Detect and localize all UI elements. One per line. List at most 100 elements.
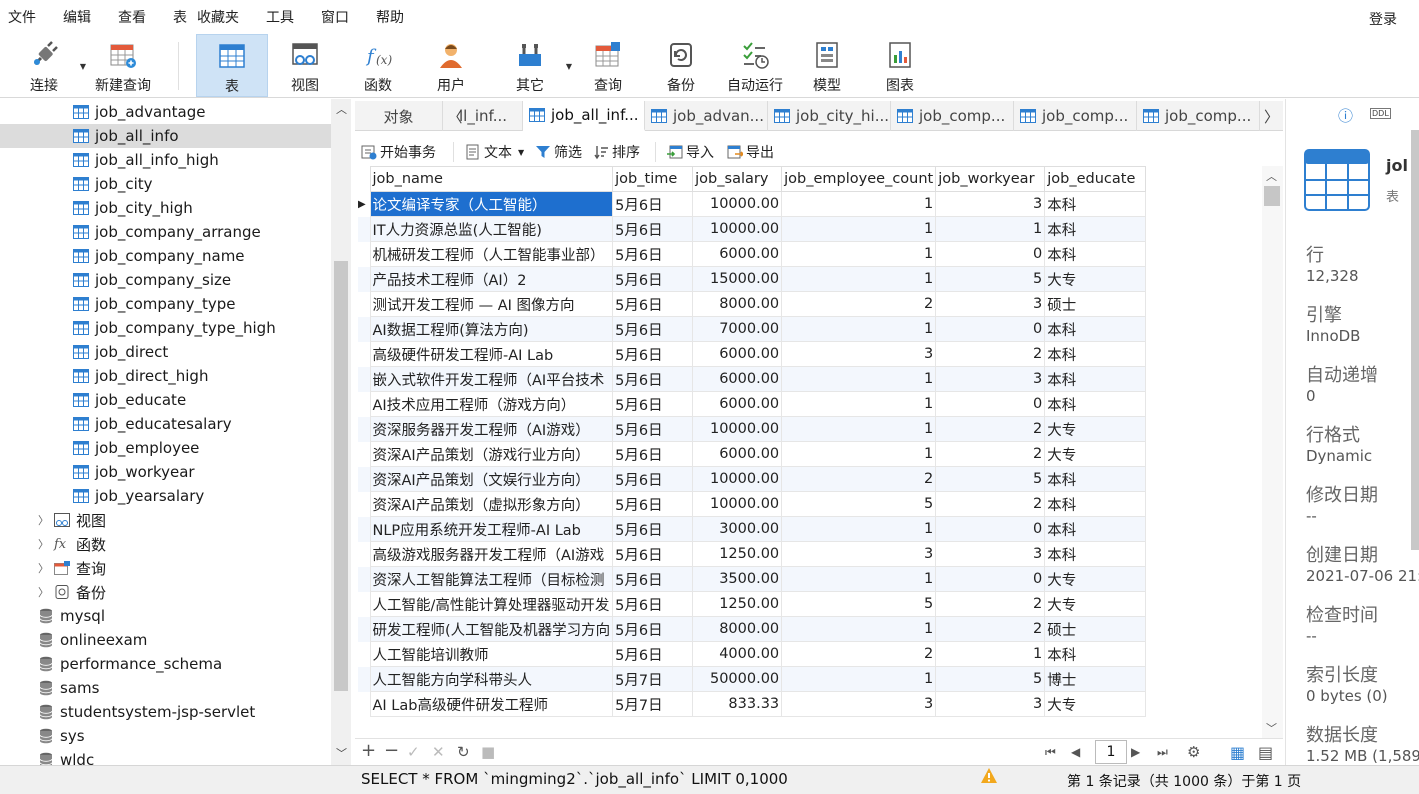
tree-item-job-company-type-high[interactable]: job_company_type_high [0,316,331,340]
row-indicator[interactable] [358,491,370,517]
warning-icon[interactable] [980,767,998,785]
table-cell[interactable]: NLP应用系统开发工程师-AI Lab [369,516,614,542]
scrollbar-thumb[interactable] [1264,186,1280,206]
table-cell[interactable]: 5月6日 [612,416,694,442]
table-cell[interactable]: 5月6日 [612,516,694,542]
table-cell[interactable]: 论文编译专家（人工智能） [369,191,614,217]
table-cell[interactable]: 5月6日 [612,216,694,242]
table-cell[interactable]: 50000.00 [692,666,783,692]
table-cell[interactable]: 5月6日 [612,291,694,317]
tree-item-job-city[interactable]: job_city [0,172,331,196]
table-cell[interactable]: 833.33 [692,691,783,717]
row-indicator[interactable] [358,341,370,367]
tab-item[interactable]: job_advan... [645,101,768,131]
user-button[interactable]: 用户 [415,34,487,97]
row-indicator[interactable]: ▶ [358,191,370,217]
table-cell[interactable]: 6000.00 [692,341,783,367]
table-cell[interactable]: 5月7日 [612,691,694,717]
table-cell[interactable]: AI数据工程师(算法方向) [369,316,614,342]
tree-item-job-city-high[interactable]: job_city_high [0,196,331,220]
filter-button[interactable]: 筛选 [535,142,582,162]
table-cell[interactable]: 2 [935,591,1046,617]
model-button[interactable]: 模型 [791,34,863,97]
table-cell[interactable]: 0 [935,516,1046,542]
chevron-right-icon[interactable]: 〉 [38,584,54,600]
row-indicator[interactable] [358,616,370,642]
table-cell[interactable]: 5月6日 [612,591,694,617]
text-button[interactable]: 文本 ▼ [465,142,524,162]
delete-record-icon[interactable]: − [384,740,399,761]
table-cell[interactable]: 5月6日 [612,616,694,642]
tab-item[interactable]: ll_inf... [459,101,523,131]
table-cell[interactable]: 人工智能/高性能计算处理器驱动开发 [369,591,614,617]
table-cell[interactable]: AI技术应用工程师（游戏方向） [369,391,614,417]
tab-item[interactable]: job_comp... [1137,101,1260,131]
view-button[interactable]: 视图 [269,34,341,97]
table-button[interactable]: 表 [196,34,268,97]
tree-db-mysql[interactable]: mysql [0,604,331,628]
table-cell[interactable]: 5月6日 [612,241,694,267]
table-cell[interactable]: 资深AI产品策划（游戏行业方向） [369,441,614,467]
table-cell[interactable]: 10000.00 [692,491,783,517]
table-cell[interactable]: 嵌入式软件开发工程师（AI平台技术 [369,366,614,392]
table-row[interactable]: 资深AI产品策划（文娱行业方向） 5月6日 10000.00 2 5 本科 [358,466,1147,492]
table-cell[interactable]: 1 [781,616,937,642]
table-cell[interactable]: 10000.00 [692,191,783,217]
column-header-job-name[interactable]: job_name [369,166,614,192]
table-cell[interactable]: 人工智能方向学科带头人 [369,666,614,692]
table-row[interactable]: 资深AI产品策划（游戏行业方向） 5月6日 6000.00 1 2 大专 [358,441,1147,467]
table-cell[interactable]: 本科 [1044,541,1147,567]
table-cell[interactable]: 1 [781,416,937,442]
table-cell[interactable]: 1250.00 [692,591,783,617]
tree-db-studentsystem-jsp-servlet[interactable]: studentsystem-jsp-servlet [0,700,331,724]
table-cell[interactable]: 大专 [1044,416,1147,442]
row-indicator[interactable] [358,291,370,317]
table-row[interactable]: 资深人工智能算法工程师（目标检测 5月6日 3500.00 1 0 大专 [358,566,1147,592]
tree-item-job-company-name[interactable]: job_company_name [0,244,331,268]
tree-item-job-all-info-high[interactable]: job_all_info_high [0,148,331,172]
row-indicator[interactable] [358,566,370,592]
table-cell[interactable]: 本科 [1044,366,1147,392]
table-cell[interactable]: IT人力资源总监(人工智能) [369,216,614,242]
table-cell[interactable]: 人工智能培训教师 [369,641,614,667]
table-row[interactable]: NLP应用系统开发工程师-AI Lab 5月6日 3000.00 1 0 本科 [358,516,1147,542]
page-number-input[interactable]: 1 [1095,740,1127,764]
tab-objects[interactable]: 对象 [355,101,443,131]
other-button[interactable]: ▼ 其它 [494,34,572,97]
last-page-icon[interactable]: ⏭ [1157,745,1168,760]
table-cell[interactable]: 0 [935,391,1046,417]
table-cell[interactable]: 5月6日 [612,341,694,367]
table-row[interactable]: 测试开发工程师 — AI 图像方向 5月6日 8000.00 2 3 硕士 [358,291,1147,317]
table-cell[interactable]: 本科 [1044,466,1147,492]
table-cell[interactable]: 5月6日 [612,541,694,567]
table-row[interactable]: 研发工程师(人工智能及机器学习方向 5月6日 8000.00 1 2 硕士 [358,616,1147,642]
table-row[interactable]: 机械研发工程师（人工智能事业部） 5月6日 6000.00 1 0 本科 [358,241,1147,267]
table-cell[interactable]: 本科 [1044,491,1147,517]
tree-folder-queries[interactable]: 〉 查询 [0,556,331,580]
chevron-right-icon[interactable]: 〉 [38,560,54,576]
table-cell[interactable]: 6000.00 [692,391,783,417]
table-cell[interactable]: 3 [935,191,1046,217]
row-indicator[interactable] [358,466,370,492]
table-cell[interactable]: 5 [935,466,1046,492]
info-icon[interactable]: ⓘ [1338,105,1353,126]
table-cell[interactable]: 本科 [1044,391,1147,417]
table-row[interactable]: 人工智能方向学科带头人 5月7日 50000.00 1 5 博士 [358,666,1147,692]
menu-table[interactable]: 表 [165,7,187,27]
row-indicator[interactable] [358,541,370,567]
table-row[interactable]: 资深AI产品策划（虚拟形象方向） 5月6日 10000.00 5 2 本科 [358,491,1147,517]
table-cell[interactable]: 5月6日 [612,441,694,467]
table-cell[interactable]: 测试开发工程师 — AI 图像方向 [369,291,614,317]
table-cell[interactable]: 资深AI产品策划（文娱行业方向） [369,466,614,492]
table-row[interactable]: AI技术应用工程师（游戏方向） 5月6日 6000.00 1 0 本科 [358,391,1147,417]
table-cell[interactable]: 1 [781,666,937,692]
table-cell[interactable]: 5月6日 [612,266,694,292]
menu-tools[interactable]: 工具 [258,7,294,27]
table-cell[interactable]: 1 [781,441,937,467]
table-row[interactable]: AI Lab高级硬件研发工程师 5月7日 833.33 3 3 大专 [358,691,1147,717]
table-cell[interactable]: 1 [935,216,1046,242]
table-cell[interactable]: 产品技术工程师（AI）2 [369,266,614,292]
menu-window[interactable]: 窗口 [313,7,349,27]
tree-db-sys[interactable]: sys [0,724,331,748]
menu-help[interactable]: 帮助 [368,7,404,27]
